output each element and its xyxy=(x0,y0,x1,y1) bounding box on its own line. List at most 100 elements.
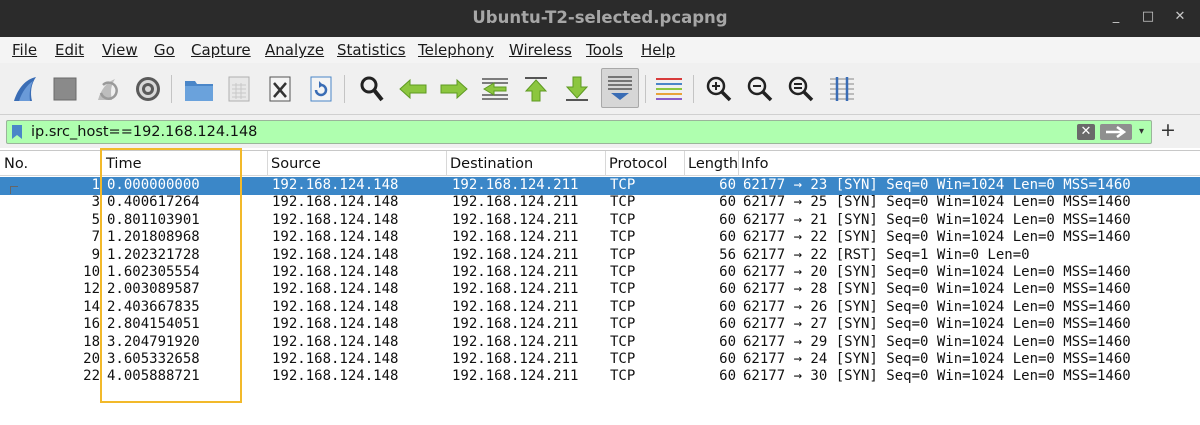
packet-length: 60 xyxy=(719,368,736,385)
add-filter-button-icon[interactable]: + xyxy=(1160,119,1176,141)
find-packet-icon[interactable] xyxy=(355,72,389,106)
packet-destination: 192.168.124.211 xyxy=(452,316,579,333)
menu-bar: File Edit View Go Capture Analyze Statis… xyxy=(0,37,1200,63)
clear-filter-icon[interactable]: ✕ xyxy=(1077,124,1095,140)
packet-source: 192.168.124.148 xyxy=(272,333,399,350)
packet-length: 56 xyxy=(719,246,736,263)
menu-go[interactable]: Go xyxy=(154,41,175,59)
packet-source: 192.168.124.148 xyxy=(272,316,399,333)
packet-length: 60 xyxy=(719,281,736,298)
packet-no: 18 xyxy=(83,333,100,350)
go-last-icon[interactable] xyxy=(560,72,594,106)
menu-statistics[interactable]: Statistics xyxy=(337,41,406,59)
packet-source: 192.168.124.148 xyxy=(272,281,399,298)
column-header-length[interactable]: Length xyxy=(688,156,738,172)
packet-destination: 192.168.124.211 xyxy=(452,298,579,315)
reload-file-icon[interactable] xyxy=(304,72,338,106)
packet-protocol: TCP xyxy=(610,368,636,385)
capture-options-gear-icon[interactable] xyxy=(131,72,165,106)
go-back-icon[interactable] xyxy=(396,72,430,106)
packet-length: 60 xyxy=(719,333,736,350)
zoom-out-icon[interactable] xyxy=(743,72,777,106)
packet-protocol: TCP xyxy=(610,211,636,228)
packet-length: 60 xyxy=(719,316,736,333)
packet-destination: 192.168.124.211 xyxy=(452,333,579,350)
packet-source: 192.168.124.148 xyxy=(272,229,399,246)
packet-no: 12 xyxy=(83,281,100,298)
packet-no: 10 xyxy=(83,264,100,280)
menu-wireless[interactable]: Wireless xyxy=(509,41,572,59)
zoom-in-icon[interactable] xyxy=(702,72,736,106)
resize-columns-icon[interactable] xyxy=(825,72,859,106)
column-header-protocol[interactable]: Protocol xyxy=(609,156,667,172)
display-filter-input[interactable]: ip.src_host==192.168.124.148 ✕ ▾ xyxy=(6,120,1152,144)
packet-protocol: TCP xyxy=(610,229,636,246)
packet-info: 62177 → 30 [SYN] Seq=0 Win=1024 Len=0 MS… xyxy=(743,368,1131,385)
packet-no: 14 xyxy=(83,298,100,315)
packet-no: 1 xyxy=(91,177,100,193)
menu-telephony[interactable]: Telephony xyxy=(418,41,494,59)
packet-protocol: TCP xyxy=(610,246,636,263)
packet-destination: 192.168.124.211 xyxy=(452,194,579,211)
packet-source: 192.168.124.148 xyxy=(272,351,399,367)
packet-protocol: TCP xyxy=(610,264,636,280)
shark-fin-start-icon[interactable] xyxy=(8,72,42,106)
packet-destination: 192.168.124.211 xyxy=(452,281,579,298)
menu-view[interactable]: View xyxy=(102,41,138,59)
zoom-normal-icon[interactable] xyxy=(784,72,818,106)
column-header-info[interactable]: Info xyxy=(741,156,768,172)
column-header-destination[interactable]: Destination xyxy=(450,156,533,172)
menu-analyze[interactable]: Analyze xyxy=(265,41,324,59)
packet-no: 7 xyxy=(91,229,100,246)
column-header-source[interactable]: Source xyxy=(271,156,321,172)
packet-destination: 192.168.124.211 xyxy=(452,351,579,367)
go-to-packet-icon[interactable] xyxy=(478,72,512,106)
packet-info: 62177 → 23 [SYN] Seq=0 Win=1024 Len=0 MS… xyxy=(743,177,1131,193)
packet-length: 60 xyxy=(719,211,736,228)
packet-info: 62177 → 27 [SYN] Seq=0 Win=1024 Len=0 MS… xyxy=(743,316,1131,333)
colorize-icon[interactable] xyxy=(652,72,686,106)
column-header-no[interactable]: No. xyxy=(4,156,28,172)
packet-no: 20 xyxy=(83,351,100,367)
maximize-button[interactable]: □ xyxy=(1139,9,1157,24)
packet-info: 62177 → 22 [SYN] Seq=0 Win=1024 Len=0 MS… xyxy=(743,229,1131,246)
packet-length: 60 xyxy=(719,229,736,246)
menu-file[interactable]: File xyxy=(12,41,37,59)
packet-destination: 192.168.124.211 xyxy=(452,177,579,193)
menu-help[interactable]: Help xyxy=(641,41,675,59)
packet-source: 192.168.124.148 xyxy=(272,246,399,263)
go-first-icon[interactable] xyxy=(519,72,553,106)
close-file-icon[interactable] xyxy=(263,72,297,106)
packet-protocol: TCP xyxy=(610,281,636,298)
packet-no: 22 xyxy=(83,368,100,385)
window-titlebar[interactable]: Ubuntu-T2-selected.pcapng _ □ ✕ xyxy=(0,0,1200,37)
minimize-button[interactable]: _ xyxy=(1107,9,1125,24)
apply-filter-icon[interactable] xyxy=(1100,124,1132,140)
packet-source: 192.168.124.148 xyxy=(272,194,399,211)
window-title: Ubuntu-T2-selected.pcapng xyxy=(472,8,728,27)
packet-source: 192.168.124.148 xyxy=(272,211,399,228)
menu-capture[interactable]: Capture xyxy=(191,41,251,59)
restart-capture-icon[interactable] xyxy=(90,72,124,106)
menu-tools[interactable]: Tools xyxy=(586,41,623,59)
close-button[interactable]: ✕ xyxy=(1171,9,1189,24)
bookmark-icon[interactable] xyxy=(11,124,23,140)
go-forward-icon[interactable] xyxy=(437,72,471,106)
open-folder-icon[interactable] xyxy=(182,72,216,106)
packet-info: 62177 → 29 [SYN] Seq=0 Win=1024 Len=0 MS… xyxy=(743,333,1131,350)
filter-history-dropdown-icon[interactable]: ▾ xyxy=(1139,126,1144,137)
packet-length: 60 xyxy=(719,264,736,280)
save-file-icon[interactable] xyxy=(222,72,256,106)
menu-edit[interactable]: Edit xyxy=(55,41,84,59)
packet-protocol: TCP xyxy=(610,316,636,333)
packet-no: 9 xyxy=(91,246,100,263)
display-filter-text: ip.src_host==192.168.124.148 xyxy=(31,124,258,140)
stop-capture-icon[interactable] xyxy=(48,72,82,106)
packet-protocol: TCP xyxy=(610,177,636,193)
packet-source: 192.168.124.148 xyxy=(272,298,399,315)
packet-length: 60 xyxy=(719,298,736,315)
packet-info: 62177 → 22 [RST] Seq=1 Win=0 Len=0 xyxy=(743,246,1030,263)
packet-destination: 192.168.124.211 xyxy=(452,264,579,280)
packet-info: 62177 → 20 [SYN] Seq=0 Win=1024 Len=0 MS… xyxy=(743,264,1131,280)
auto-scroll-icon[interactable] xyxy=(601,68,639,108)
